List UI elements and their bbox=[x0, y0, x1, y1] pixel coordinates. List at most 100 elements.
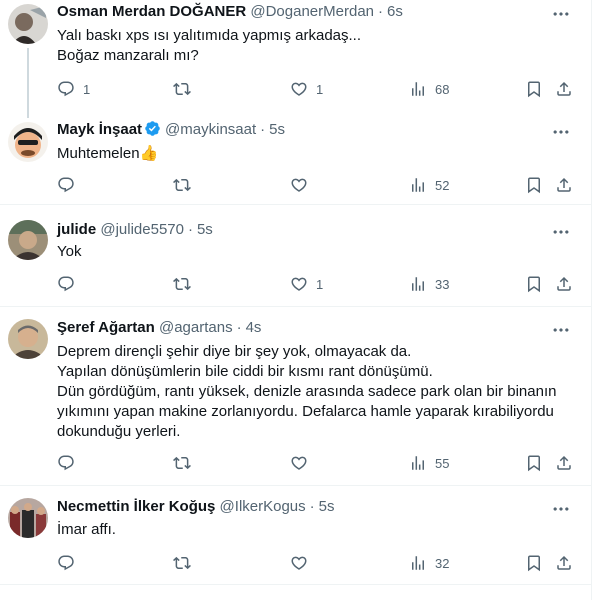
views-button[interactable]: 32 bbox=[409, 553, 449, 573]
reply-icon bbox=[57, 176, 75, 194]
tweet-header: Necmettin İlker Koğuş @IlkerKogus · 5s bbox=[57, 497, 335, 517]
like-button[interactable]: 1 bbox=[290, 274, 323, 294]
share-icon bbox=[555, 454, 573, 472]
retweet-button[interactable] bbox=[173, 274, 199, 294]
more-icon[interactable] bbox=[551, 499, 571, 519]
reply-count: 1 bbox=[83, 81, 91, 97]
tweet-text: Yalı baskı xps ısı yalıtımıda yapmış ark… bbox=[57, 27, 362, 64]
views-count: 55 bbox=[435, 455, 450, 471]
more-icon[interactable] bbox=[551, 4, 571, 24]
retweet-button[interactable] bbox=[173, 175, 199, 195]
bookmark-icon bbox=[525, 275, 543, 293]
tweet-3[interactable]: Şeref Ağartan @agartans · 4s Deprem direnç… bbox=[0, 307, 591, 486]
reply-button[interactable] bbox=[57, 175, 83, 195]
author-handle[interactable]: @julide5570 bbox=[100, 221, 184, 238]
author-name[interactable]: Mayk İnşaat bbox=[57, 121, 142, 138]
retweet-icon bbox=[173, 554, 191, 572]
views-icon bbox=[409, 176, 427, 194]
bookmark-button[interactable] bbox=[525, 453, 543, 473]
retweet-icon bbox=[173, 80, 191, 98]
more-icon[interactable] bbox=[551, 122, 571, 142]
retweet-icon bbox=[173, 275, 191, 293]
author-name[interactable]: Osman Merdan DOĞANER bbox=[57, 3, 246, 20]
action-bar: 32 bbox=[0, 553, 591, 573]
views-icon bbox=[409, 80, 427, 98]
retweet-button[interactable] bbox=[173, 453, 199, 473]
views-icon bbox=[409, 554, 427, 572]
separator-dot: · bbox=[260, 121, 266, 138]
author-name[interactable]: Necmettin İlker Koğuş bbox=[57, 498, 215, 515]
more-icon[interactable] bbox=[551, 320, 571, 340]
bookmark-button[interactable] bbox=[525, 79, 543, 99]
views-button[interactable]: 33 bbox=[409, 274, 449, 294]
like-count: 1 bbox=[316, 81, 324, 97]
reply-button[interactable] bbox=[57, 553, 83, 573]
retweet-button[interactable] bbox=[173, 79, 199, 99]
author-handle[interactable]: @maykinsaat bbox=[165, 121, 256, 138]
author-handle[interactable]: @IlkerKogus bbox=[220, 498, 306, 515]
avatar[interactable] bbox=[8, 498, 48, 538]
timestamp[interactable]: 5s bbox=[197, 221, 213, 238]
action-bar: 1 1 68 bbox=[0, 79, 591, 99]
reply-button[interactable] bbox=[57, 274, 83, 294]
like-button[interactable] bbox=[290, 453, 316, 473]
views-button[interactable]: 55 bbox=[409, 453, 449, 473]
more-icon[interactable] bbox=[551, 222, 571, 242]
like-button[interactable]: 1 bbox=[290, 79, 323, 99]
tweet-4[interactable]: Necmettin İlker Koğuş @IlkerKogus · 5s İma… bbox=[0, 486, 591, 585]
share-icon bbox=[555, 80, 573, 98]
bookmark-icon bbox=[525, 454, 543, 472]
timestamp[interactable]: 5s bbox=[269, 121, 285, 138]
bookmark-button[interactable] bbox=[525, 175, 543, 195]
author-name[interactable]: Şeref Ağartan bbox=[57, 319, 155, 336]
share-button[interactable] bbox=[555, 553, 573, 573]
author-handle[interactable]: @DoganerMerdan bbox=[250, 3, 374, 20]
like-icon bbox=[290, 554, 308, 572]
share-button[interactable] bbox=[555, 453, 573, 473]
reply-button[interactable] bbox=[57, 453, 83, 473]
like-button[interactable] bbox=[290, 175, 316, 195]
author-handle[interactable]: @agartans bbox=[159, 319, 233, 336]
tweet-header: Osman Merdan DOĞANER @DoganerMerdan · 6s bbox=[57, 2, 403, 22]
timestamp[interactable]: 6s bbox=[387, 3, 403, 20]
tweet-0[interactable]: Osman Merdan DOĞANER @DoganerMerdan · 6s Y… bbox=[0, 0, 591, 118]
share-button[interactable] bbox=[555, 79, 573, 99]
like-icon bbox=[290, 275, 308, 293]
views-icon bbox=[409, 454, 427, 472]
bookmark-icon bbox=[525, 80, 543, 98]
retweet-button[interactable] bbox=[173, 553, 199, 573]
separator-dot: · bbox=[187, 221, 193, 238]
verified-badge-icon[interactable] bbox=[144, 120, 161, 137]
avatar[interactable] bbox=[8, 319, 48, 359]
share-button[interactable] bbox=[555, 175, 573, 195]
like-icon bbox=[290, 454, 308, 472]
share-button[interactable] bbox=[555, 274, 573, 294]
retweet-icon bbox=[173, 454, 191, 472]
avatar[interactable] bbox=[8, 220, 48, 260]
like-button[interactable] bbox=[290, 553, 316, 573]
tweet-header: julide @julide5570 · 5s bbox=[57, 220, 213, 240]
author-name[interactable]: julide bbox=[57, 221, 96, 238]
views-button[interactable]: 68 bbox=[409, 79, 449, 99]
tweet-1[interactable]: Mayk İnşaat @maykinsaat · 5s Muhtemelen👍 52 bbox=[0, 116, 591, 205]
action-bar: 1 33 bbox=[0, 274, 591, 294]
share-icon bbox=[555, 554, 573, 572]
tweet-header: Şeref Ağartan @agartans · 4s bbox=[57, 318, 261, 338]
reply-button[interactable]: 1 bbox=[57, 79, 90, 99]
timestamp[interactable]: 4s bbox=[246, 319, 262, 336]
avatar[interactable] bbox=[8, 122, 48, 162]
action-bar: 52 bbox=[0, 175, 591, 195]
bookmark-button[interactable] bbox=[525, 274, 543, 294]
tweet-text: Deprem dirençli şehir diye bir şey yok, … bbox=[57, 343, 557, 440]
reply-icon bbox=[57, 275, 75, 293]
tweet-2[interactable]: julide @julide5570 · 5s Yok 1 33 bbox=[0, 212, 591, 307]
separator-dot: · bbox=[309, 498, 315, 515]
timestamp[interactable]: 5s bbox=[319, 498, 335, 515]
views-count: 52 bbox=[435, 177, 450, 193]
avatar[interactable] bbox=[8, 4, 48, 44]
views-button[interactable]: 52 bbox=[409, 175, 449, 195]
bookmark-button[interactable] bbox=[525, 553, 543, 573]
views-count: 32 bbox=[435, 555, 450, 571]
views-count: 68 bbox=[435, 81, 450, 97]
share-icon bbox=[555, 176, 573, 194]
